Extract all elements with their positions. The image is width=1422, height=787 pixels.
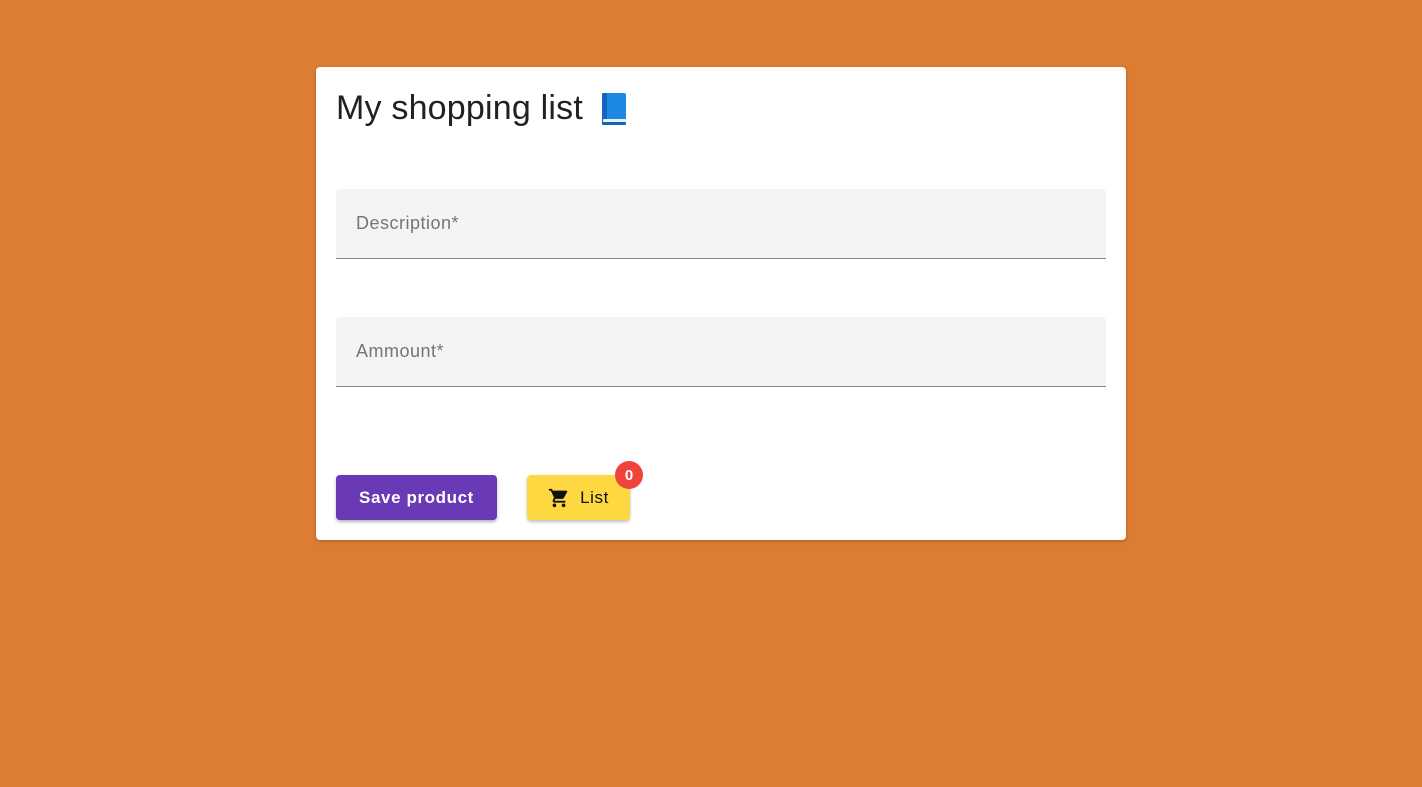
list-button[interactable]: List	[527, 475, 630, 520]
shopping-list-card: My shopping list Save product List 0	[316, 67, 1126, 540]
page-title: My shopping list	[336, 89, 583, 127]
book-icon	[599, 92, 629, 126]
list-button-label: List	[580, 487, 609, 507]
shopping-cart-icon	[548, 487, 570, 509]
description-input[interactable]	[336, 189, 1106, 258]
description-field-container	[336, 189, 1106, 259]
title-row: My shopping list	[336, 89, 629, 128]
amount-field-container	[336, 317, 1106, 387]
save-product-button[interactable]: Save product	[336, 475, 497, 520]
amount-input[interactable]	[336, 317, 1106, 386]
cart-count-badge: 0	[615, 461, 643, 489]
